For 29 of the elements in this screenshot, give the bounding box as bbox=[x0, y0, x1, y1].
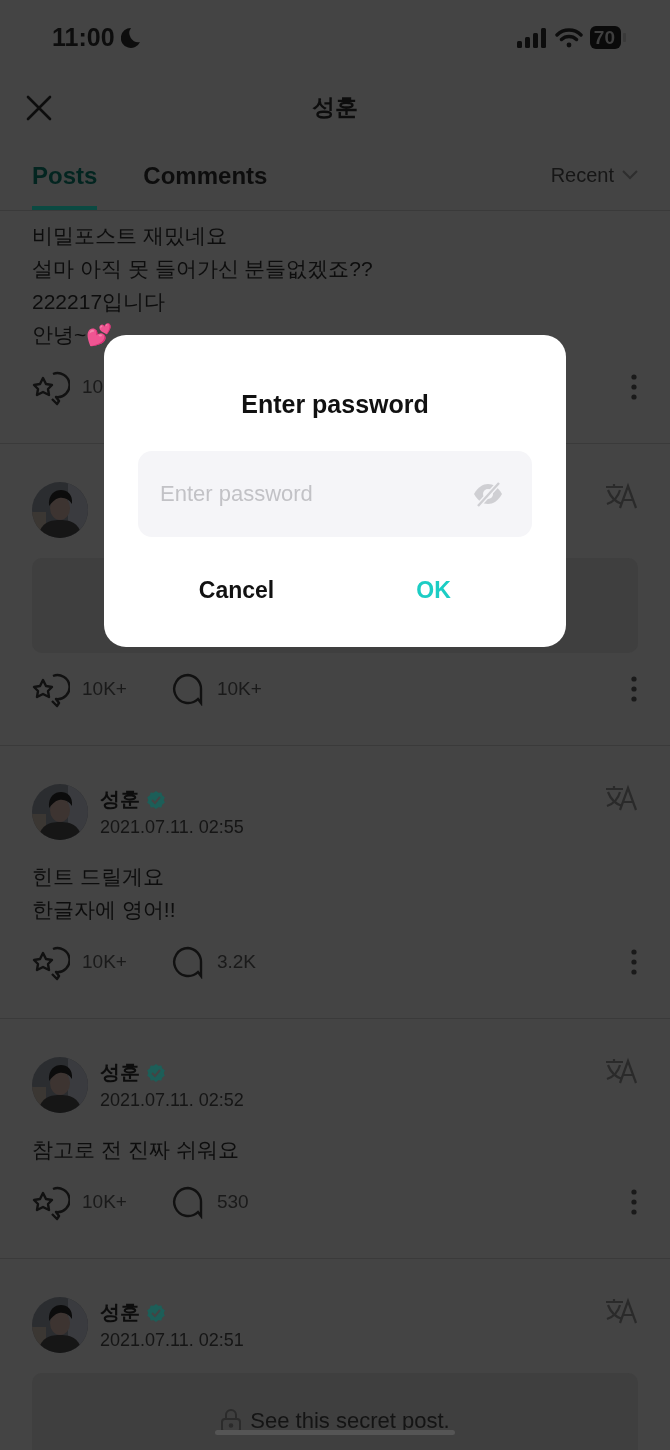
tab[interactable]: Comments bbox=[143, 162, 268, 210]
more-icon[interactable] bbox=[630, 1188, 638, 1216]
eye-off-icon[interactable] bbox=[472, 480, 504, 508]
author-name[interactable]: 성훈 bbox=[100, 786, 140, 813]
confirm-button[interactable]: OK bbox=[335, 561, 532, 619]
wifi-icon bbox=[554, 27, 583, 48]
cancel-button[interactable]: Cancel bbox=[138, 561, 335, 619]
page-title: 성훈 bbox=[312, 93, 358, 122]
speech-bubble-icon[interactable] bbox=[170, 1185, 205, 1219]
signal-icon bbox=[516, 27, 548, 48]
close-icon[interactable] bbox=[26, 95, 52, 121]
more-icon[interactable] bbox=[630, 675, 638, 703]
author-name[interactable]: 성훈 bbox=[100, 1299, 140, 1326]
more-icon[interactable] bbox=[630, 373, 638, 401]
translate-icon[interactable] bbox=[604, 1297, 638, 1325]
translate-icon[interactable] bbox=[604, 482, 638, 510]
post-text: 한글자에 영어!! bbox=[32, 897, 177, 923]
translate-icon[interactable] bbox=[604, 784, 638, 812]
post-text: 안녕~💕 bbox=[32, 322, 114, 349]
speech-bubble-icon[interactable] bbox=[170, 945, 205, 979]
speech-bubble-icon[interactable] bbox=[170, 672, 205, 706]
dialog-title: Enter password bbox=[241, 389, 429, 419]
clock-time: 11:00 bbox=[52, 23, 115, 52]
translate-icon[interactable] bbox=[604, 1057, 638, 1085]
author-name[interactable]: 성훈 bbox=[100, 1059, 140, 1086]
more-icon[interactable] bbox=[630, 948, 638, 976]
moon-icon bbox=[120, 26, 141, 49]
tab[interactable]: Posts bbox=[32, 162, 98, 210]
post-text: 222217입니다 bbox=[32, 289, 167, 315]
